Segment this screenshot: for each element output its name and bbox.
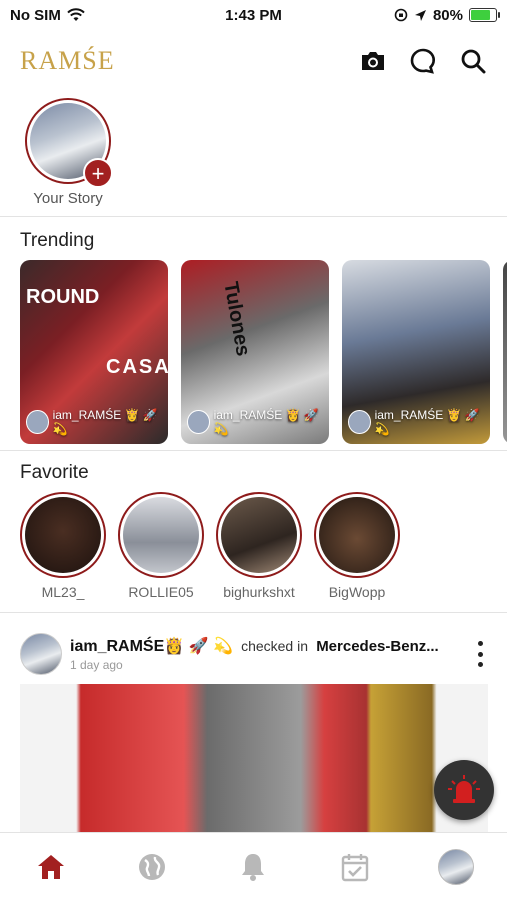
post-more-button[interactable] — [473, 639, 487, 669]
bell-icon — [242, 853, 265, 881]
search-icon — [461, 49, 486, 74]
post-action: checked in — [241, 638, 309, 654]
favorite-name: BigWopp — [328, 584, 386, 600]
avatar — [221, 497, 297, 573]
alert-button[interactable] — [434, 760, 494, 820]
mini-avatar — [26, 410, 49, 434]
divider — [0, 450, 507, 451]
card-username: iam_RAMŚE 👸 🚀 💫 — [374, 408, 480, 436]
dot — [477, 641, 483, 646]
post-line: iam_RAMŚE👸 🚀 💫 checked in Mercedes-Benz.… — [70, 636, 473, 656]
card-user: iam_RAMŚE 👸 🚀 💫 — [26, 408, 168, 436]
status-bar: No SIM 1:43 PM 80% — [0, 0, 507, 30]
story-avatar[interactable]: + — [25, 98, 113, 188]
wifi-icon — [67, 8, 85, 21]
mini-avatar — [187, 410, 210, 434]
avatar — [25, 497, 101, 573]
favorite-title: Favorite — [20, 462, 89, 483]
nav-profile[interactable] — [436, 847, 476, 887]
chat-icon — [410, 48, 435, 74]
nav-calendar[interactable] — [335, 847, 375, 887]
app-logo: RAMŚE — [20, 46, 115, 75]
favorite-item[interactable]: ROLLIE05 — [118, 492, 204, 600]
favorite-name: ML23_ — [41, 584, 85, 600]
post-meta: iam_RAMŚE👸 🚀 💫 checked in Mercedes-Benz.… — [70, 636, 473, 672]
nav-home[interactable] — [31, 847, 71, 887]
your-story[interactable]: + Your Story — [20, 98, 116, 207]
battery-fill — [471, 10, 491, 20]
status-right: 80% — [394, 6, 500, 24]
divider — [0, 612, 507, 613]
app-header: RAMŚE — [0, 36, 507, 86]
nav-notifications[interactable] — [233, 847, 273, 887]
post-username[interactable]: iam_RAMŚE👸 🚀 💫 — [70, 638, 233, 655]
status-left: No SIM — [10, 7, 85, 24]
bottom-nav — [0, 832, 507, 900]
card-user: iam_RAMŚE 👸 🚀 💫 — [348, 408, 490, 436]
favorite-item[interactable]: BigWopp — [314, 492, 400, 600]
favorite-list: ML23_ ROLLIE05 bighurkshxt BigWopp — [20, 492, 400, 600]
chat-button[interactable] — [409, 47, 437, 75]
post-header: iam_RAMŚE👸 🚀 💫 checked in Mercedes-Benz.… — [20, 632, 487, 676]
favorite-avatar[interactable] — [314, 492, 400, 578]
location-arrow-icon — [414, 9, 426, 21]
avatar — [319, 497, 395, 573]
orientation-lock-icon — [394, 8, 408, 22]
battery-icon — [469, 8, 500, 22]
mini-avatar — [348, 410, 371, 434]
story-label: Your Story — [33, 190, 103, 207]
camera-icon — [362, 52, 384, 70]
camera-button[interactable] — [359, 47, 387, 75]
home-icon — [37, 854, 64, 879]
card-overlay-text: Tulones — [219, 280, 255, 358]
avatar — [438, 848, 475, 885]
trending-card-partial[interactable] — [503, 260, 507, 444]
favorite-item[interactable]: ML23_ — [20, 492, 106, 600]
trending-title: Trending — [20, 230, 95, 251]
post-time: 1 day ago — [70, 658, 123, 672]
avatar — [123, 497, 199, 573]
nav-explore[interactable] — [132, 847, 172, 887]
favorite-avatar[interactable] — [20, 492, 106, 578]
card-overlay-text: ROUND — [26, 286, 100, 308]
favorite-name: bighurkshxt — [223, 584, 295, 600]
trending-card[interactable]: Tulones iam_RAMŚE 👸 🚀 💫 — [181, 260, 329, 444]
trending-card[interactable]: ROUND CASA iam_RAMŚE 👸 🚀 💫 — [20, 260, 168, 444]
favorite-name: ROLLIE05 — [128, 584, 194, 600]
divider — [0, 216, 507, 217]
card-username: iam_RAMŚE 👸 🚀 💫 — [213, 408, 319, 436]
post-place[interactable]: Mercedes-Benz... — [316, 638, 439, 655]
add-story-button[interactable]: + — [83, 158, 113, 188]
post-avatar[interactable] — [20, 633, 62, 675]
search-button[interactable] — [459, 47, 487, 75]
battery-percent: 80% — [432, 6, 463, 24]
card-overlay-text: CASA — [106, 356, 168, 378]
favorite-avatar[interactable] — [216, 492, 302, 578]
trending-card[interactable]: iam_RAMŚE 👸 🚀 💫 — [342, 260, 490, 444]
favorite-avatar[interactable] — [118, 492, 204, 578]
header-actions — [359, 47, 487, 75]
siren-icon — [448, 775, 480, 803]
calendar-check-icon — [341, 853, 369, 881]
dot — [477, 651, 483, 657]
trending-list: ROUND CASA iam_RAMŚE 👸 🚀 💫 Tulones iam_R… — [20, 260, 507, 444]
globe-icon — [139, 853, 166, 880]
card-user: iam_RAMŚE 👸 🚀 💫 — [187, 408, 329, 436]
card-username: iam_RAMŚE 👸 🚀 💫 — [52, 408, 158, 436]
post-image[interactable] — [20, 684, 488, 834]
carrier-label: No SIM — [10, 6, 61, 24]
favorite-item[interactable]: bighurkshxt — [216, 492, 302, 600]
dot — [477, 662, 483, 667]
